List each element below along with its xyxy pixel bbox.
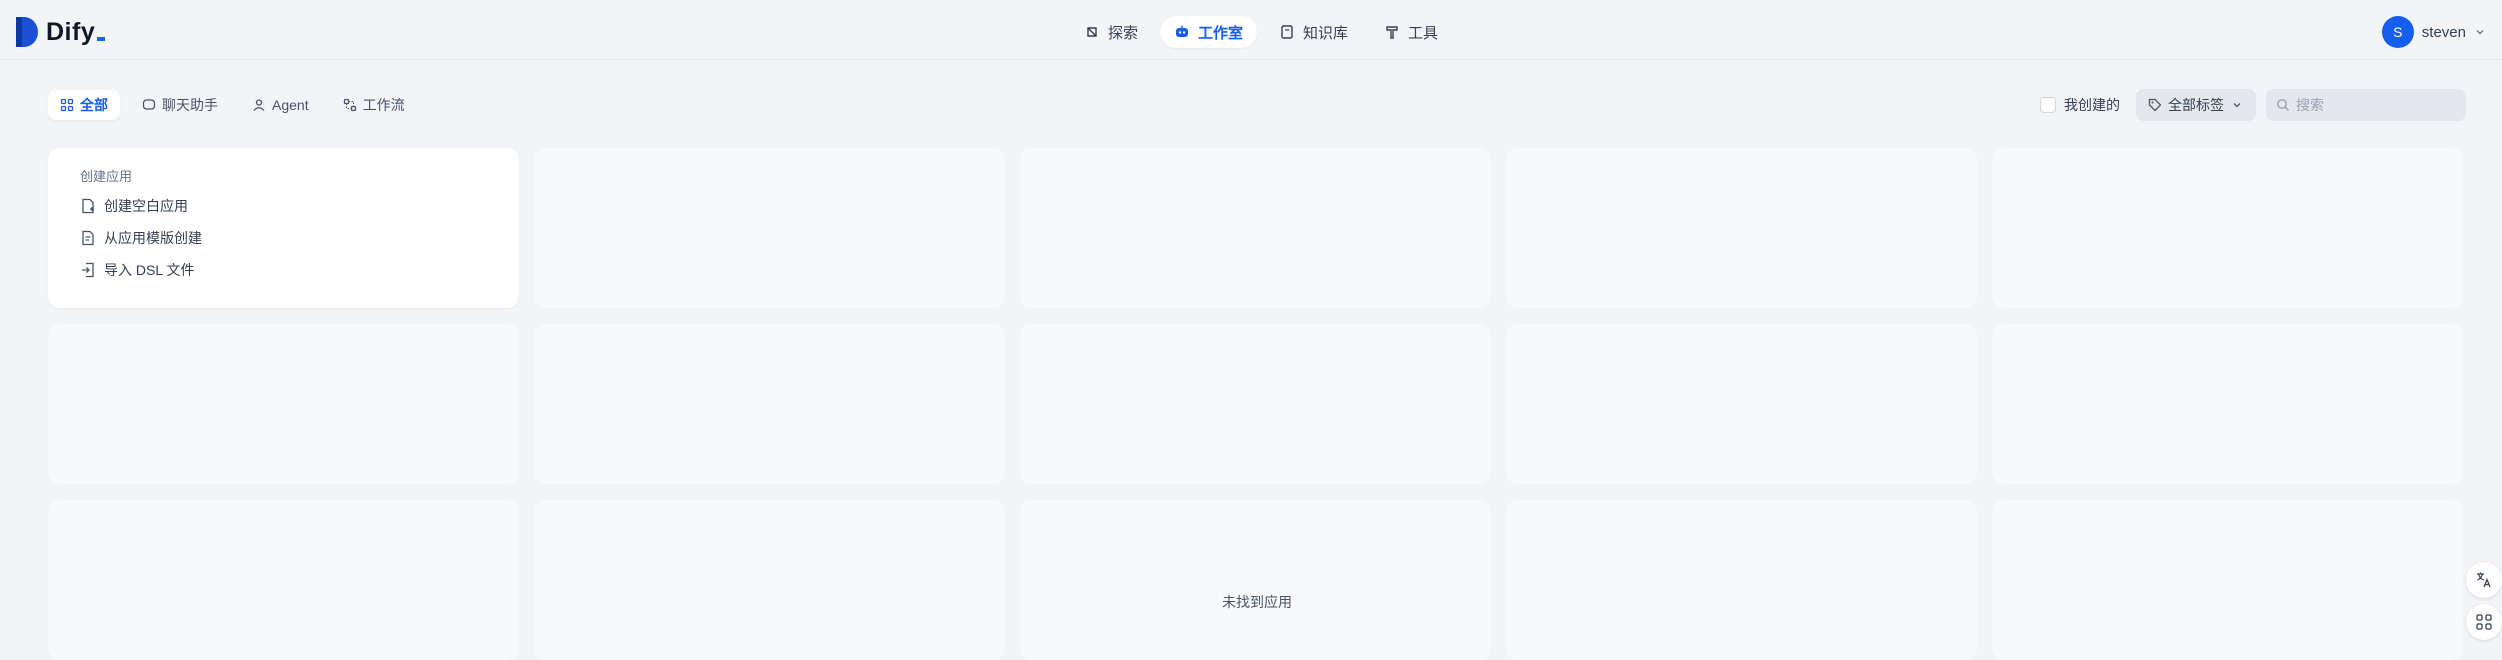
app-card-placeholder	[1020, 500, 1491, 660]
agent-icon	[253, 99, 265, 111]
tab-label: 聊天助手	[162, 97, 218, 113]
create-app-title: 创建应用	[80, 169, 133, 184]
compass-icon	[1087, 27, 1097, 37]
user-name[interactable]: steven	[2422, 24, 2466, 41]
app-card-placeholder	[1506, 148, 1977, 308]
tag-filter-label: 全部标签	[2168, 97, 2224, 113]
grid-icon	[60, 98, 74, 112]
logo[interactable]: Dify	[16, 16, 106, 48]
create-from-template[interactable]: 从应用模版创建	[80, 227, 487, 249]
app-card-placeholder	[534, 500, 1005, 660]
tab-label: 工作流	[362, 97, 405, 113]
nav-explore[interactable]: 探索	[1070, 16, 1152, 48]
logo-dot	[97, 37, 106, 41]
right-filters: 我创建的 全部标签	[2040, 89, 2466, 121]
dify-logo-icon	[16, 17, 38, 47]
nav-knowledge[interactable]: 知识库	[1265, 16, 1362, 48]
search-icon	[2277, 99, 2289, 111]
translate-icon	[2477, 572, 2491, 588]
apps-grid-button[interactable]	[2466, 604, 2502, 640]
create-item-label: 导入 DSL 文件	[104, 262, 195, 278]
app-card-placeholder	[534, 148, 1005, 308]
grid-icon	[2476, 614, 2492, 630]
language-button[interactable]	[2466, 562, 2502, 598]
import-dsl-file[interactable]: 导入 DSL 文件	[80, 259, 487, 281]
book-icon	[1281, 25, 1293, 39]
create-app-card: 创建应用 创建空白应用 从应用模版创建 导入 DSL 文件	[48, 148, 519, 308]
avatar[interactable]: S	[2381, 16, 2414, 48]
file-import-icon	[82, 262, 94, 278]
nav-tools[interactable]: 工具	[1370, 16, 1452, 48]
tab-label: Agent	[272, 97, 309, 113]
main-nav: 探索 工作室 知识库 工具	[1070, 16, 1452, 48]
app-card-placeholder	[1020, 324, 1491, 484]
file-plus-icon	[82, 198, 94, 214]
app-card-placeholder	[1992, 324, 2463, 484]
tab-workflow[interactable]: 工作流	[331, 90, 417, 120]
search-input[interactable]	[2296, 97, 2456, 113]
app-card-placeholder	[534, 324, 1005, 484]
template-icon	[82, 230, 94, 246]
tag-icon	[2148, 98, 2162, 112]
created-by-me-label: 我创建的	[2064, 97, 2120, 113]
nav-label: 探索	[1108, 24, 1139, 42]
robot-icon	[1176, 25, 1189, 37]
app-type-tabs: 全部 聊天助手 Agent 工作流	[48, 90, 417, 120]
nav-label: 工具	[1408, 24, 1439, 42]
app-name: Dify	[46, 17, 96, 46]
tag-filter-select[interactable]: 全部标签	[2136, 89, 2256, 121]
tab-agent[interactable]: Agent	[240, 90, 321, 120]
app-card-placeholder	[1992, 500, 2463, 660]
workflow-icon	[343, 98, 356, 112]
top-header: Dify 探索 工作室 知识库 工具 S steven	[0, 0, 2502, 60]
create-item-label: 创建空白应用	[104, 198, 188, 214]
nav-studio[interactable]: 工作室	[1160, 16, 1258, 48]
app-grid: 创建应用 创建空白应用 从应用模版创建 导入 DSL 文件	[48, 148, 2466, 660]
user-menu[interactable]: S steven	[2381, 16, 2486, 48]
create-item-label: 从应用模版创建	[104, 230, 202, 246]
create-blank-app[interactable]: 创建空白应用	[80, 195, 487, 217]
nav-label: 知识库	[1303, 24, 1349, 42]
chevron-down-icon	[2476, 30, 2484, 35]
search-box[interactable]	[2266, 89, 2466, 121]
created-by-me-checkbox[interactable]	[2040, 97, 2056, 113]
chevron-down-icon	[2233, 103, 2241, 108]
tab-all[interactable]: 全部	[48, 90, 120, 120]
created-by-me-filter[interactable]: 我创建的	[2040, 95, 2120, 115]
tab-chat-assistant[interactable]: 聊天助手	[130, 90, 230, 120]
tab-label: 全部	[80, 97, 108, 113]
no-apps-found-text: 未找到应用	[1222, 594, 1292, 610]
app-card-placeholder	[48, 500, 519, 660]
chat-icon	[142, 99, 156, 110]
app-card-placeholder	[1020, 148, 1491, 308]
nav-label: 工作室	[1198, 24, 1244, 42]
app-card-placeholder	[48, 324, 519, 484]
app-card-placeholder	[1992, 148, 2463, 308]
app-card-placeholder	[1506, 324, 1977, 484]
hammer-icon	[1386, 26, 1398, 39]
app-card-placeholder	[1506, 500, 1977, 660]
